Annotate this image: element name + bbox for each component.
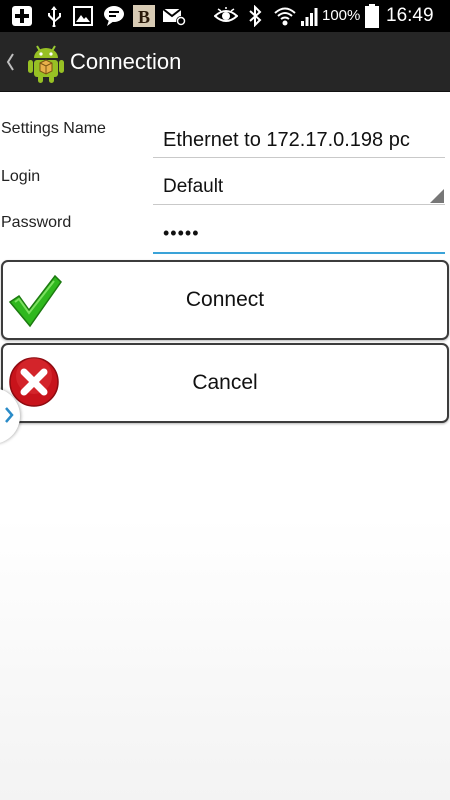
battery-icon xyxy=(364,4,380,28)
clock: 16:49 xyxy=(386,5,434,26)
settings-name-input[interactable]: Ethernet to 172.17.0.198 pc xyxy=(153,126,445,158)
bluetooth-icon xyxy=(247,5,263,27)
connect-button-label: Connect xyxy=(185,288,265,311)
password-label: Password xyxy=(1,214,72,231)
wifi-icon xyxy=(272,5,298,27)
status-bar: B 100% 16:49 xyxy=(0,0,450,32)
cancel-button[interactable]: Cancel xyxy=(1,343,449,423)
connect-button[interactable]: Connect xyxy=(1,260,449,340)
b-app-icon: B xyxy=(132,5,156,27)
connection-form: Settings Name Ethernet to 172.17.0.198 p… xyxy=(0,92,450,800)
image-icon xyxy=(72,5,94,27)
chat-bubble-icon xyxy=(102,5,126,27)
page-title: Connection xyxy=(70,49,182,74)
chevron-right-icon xyxy=(4,405,14,430)
login-label: Login xyxy=(1,168,41,185)
plus-box-icon xyxy=(10,5,34,27)
usb-icon xyxy=(43,5,65,27)
signal-icon xyxy=(299,5,321,27)
android-robot-icon[interactable] xyxy=(26,40,66,84)
cancel-button-label: Cancel xyxy=(192,371,258,394)
svg-text:B: B xyxy=(138,7,150,27)
settings-name-label: Settings Name xyxy=(1,120,106,137)
battery-percent: 100% xyxy=(322,7,361,24)
eye-icon xyxy=(213,5,239,27)
login-spinner-value: Default xyxy=(163,176,224,197)
dropdown-arrow-icon xyxy=(430,189,444,203)
mail-icon xyxy=(161,5,187,27)
login-spinner[interactable]: Default xyxy=(153,172,445,205)
action-bar: Connection xyxy=(0,32,450,92)
password-input[interactable]: ••••• xyxy=(153,218,445,254)
back-chevron-icon[interactable] xyxy=(4,49,16,75)
